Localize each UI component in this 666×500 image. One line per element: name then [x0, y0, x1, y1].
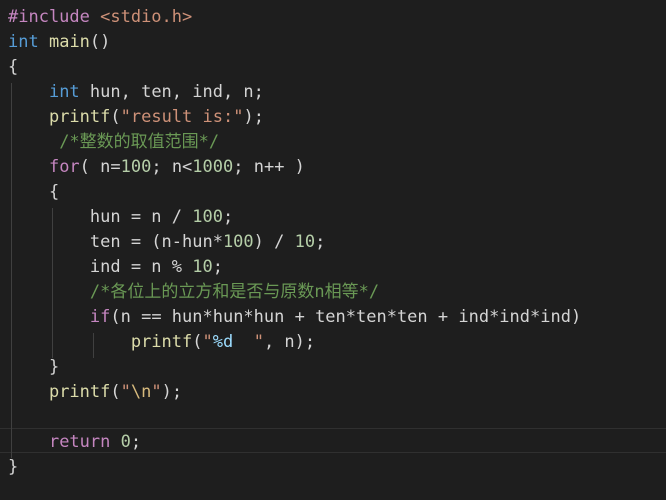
- code-token: ; n<: [151, 157, 193, 177]
- code-line[interactable]: #include <stdio.h>: [0, 5, 192, 30]
- code-line[interactable]: {: [0, 55, 18, 80]
- code-token: ": [202, 332, 213, 352]
- code-token: ; n++ ): [233, 157, 305, 177]
- code-token: \n: [130, 382, 152, 402]
- code-token: hun, ten, ind, n;: [79, 82, 264, 102]
- code-token: ": [151, 382, 162, 402]
- code-token: );: [161, 382, 183, 402]
- code-token: int: [8, 32, 39, 52]
- code-token: hun = n /: [8, 207, 193, 227]
- code-token: main: [48, 32, 90, 52]
- code-line[interactable]: printf("\n");: [0, 380, 182, 405]
- code-token: (: [110, 382, 121, 402]
- code-token: );: [243, 107, 264, 127]
- code-token: ( n=: [79, 157, 121, 177]
- code-token: %d: [212, 332, 234, 352]
- code-token: }: [8, 457, 19, 477]
- code-token: (): [89, 32, 111, 52]
- code-line[interactable]: if(n == hun*hun*hun + ten*ten*ten + ind*…: [0, 305, 581, 330]
- code-line[interactable]: {: [0, 180, 59, 205]
- code-token: }: [8, 357, 60, 377]
- code-line[interactable]: [0, 405, 8, 430]
- code-token: {: [8, 182, 60, 202]
- code-token: <stdio.h>: [100, 7, 193, 27]
- code-line[interactable]: ten = (n-hun*100) / 10;: [0, 230, 325, 255]
- code-token: ten = (n-hun*: [8, 232, 223, 252]
- code-token: , n);: [263, 332, 316, 352]
- code-token: if: [89, 307, 111, 327]
- code-token: for: [48, 157, 80, 177]
- code-token: "result is:": [120, 107, 244, 127]
- code-token: (: [110, 107, 121, 127]
- code-editor[interactable]: #include <stdio.h> int main(){ int hun, t…: [0, 0, 666, 500]
- code-token: ind = n %: [8, 257, 193, 277]
- code-token: /*各位上的立方和是否与原数n相等*/: [89, 282, 380, 302]
- code-line[interactable]: /*各位上的立方和是否与原数n相等*/: [0, 280, 379, 305]
- code-line[interactable]: printf("result is:");: [0, 105, 264, 130]
- code-line[interactable]: int main(): [0, 30, 110, 55]
- code-line[interactable]: printf("%d ", n);: [0, 330, 315, 355]
- code-token: printf: [48, 382, 111, 402]
- code-token: 1000: [192, 157, 234, 177]
- code-line[interactable]: }: [0, 455, 18, 480]
- code-token: (: [192, 332, 203, 352]
- code-line[interactable]: hun = n / 100;: [0, 205, 233, 230]
- code-token: return: [48, 432, 111, 452]
- code-token: int: [48, 82, 80, 102]
- code-token: 10: [192, 257, 213, 277]
- code-token: ;: [130, 432, 142, 452]
- code-line[interactable]: }: [0, 355, 59, 380]
- code-token: ;: [222, 207, 234, 227]
- code-token: /*整数的取值范围*/: [59, 132, 220, 152]
- code-token: (n == hun*hun*hun + ten*ten*ten + ind*in…: [110, 307, 582, 327]
- code-token: ": [233, 332, 264, 352]
- code-token: 100: [120, 157, 152, 177]
- code-line[interactable]: for( n=100; n<1000; n++ ): [0, 155, 305, 180]
- code-token: 100: [222, 232, 254, 252]
- code-line[interactable]: /*整数的取值范围*/: [0, 130, 219, 155]
- code-token: 10: [294, 232, 316, 252]
- code-token: printf: [48, 107, 111, 127]
- code-token: 0: [120, 432, 131, 452]
- code-line[interactable]: ind = n % 10;: [0, 255, 223, 280]
- code-token: ;: [212, 257, 223, 277]
- code-token: ": [120, 382, 131, 402]
- code-token: #include: [8, 7, 101, 27]
- code-token: 100: [192, 207, 223, 227]
- code-token: {: [8, 57, 19, 77]
- code-token: printf: [130, 332, 193, 352]
- code-line[interactable]: int hun, ten, ind, n;: [0, 80, 264, 105]
- code-token: ;: [315, 232, 326, 252]
- code-line[interactable]: return 0;: [0, 430, 141, 455]
- code-token: ) /: [253, 232, 295, 252]
